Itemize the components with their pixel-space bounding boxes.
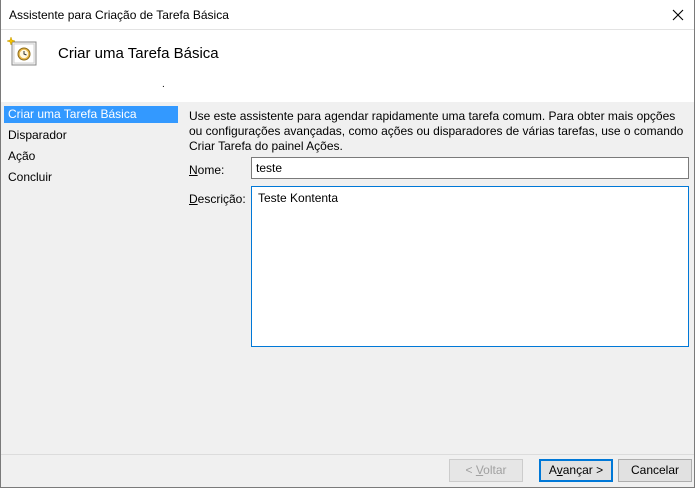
description-input[interactable]: Teste Kontenta [251,186,689,347]
wizard-steps: Criar uma Tarefa Básica Disparador Ação … [1,104,179,454]
cancel-button[interactable]: Cancelar [618,459,692,482]
wizard-window: Assistente para Criação de Tarefa Básica… [0,0,695,488]
step-concluir[interactable]: Concluir [4,169,178,186]
close-icon [672,9,684,21]
name-label: Nome: [189,163,225,177]
title-bar: Assistente para Criação de Tarefa Básica [1,0,694,30]
step-criar-tarefa[interactable]: Criar uma Tarefa Básica [4,106,178,123]
intro-text: Use este assistente para agendar rapidam… [189,109,684,153]
back-button[interactable]: < Voltar [449,459,523,482]
close-button[interactable] [662,0,694,30]
window-title: Assistente para Criação de Tarefa Básica [9,8,229,22]
header-dot: . [162,79,165,90]
page-title: Criar uma Tarefa Básica [58,45,219,62]
next-button[interactable]: Avançar > [539,459,613,482]
step-disparador[interactable]: Disparador [4,127,178,144]
footer-divider [1,454,694,455]
task-clock-icon [7,36,37,66]
name-input[interactable]: teste [251,157,689,179]
wizard-header: Criar uma Tarefa Básica . [1,30,694,102]
step-acao[interactable]: Ação [4,148,178,165]
description-label: Descrição: [189,192,246,206]
